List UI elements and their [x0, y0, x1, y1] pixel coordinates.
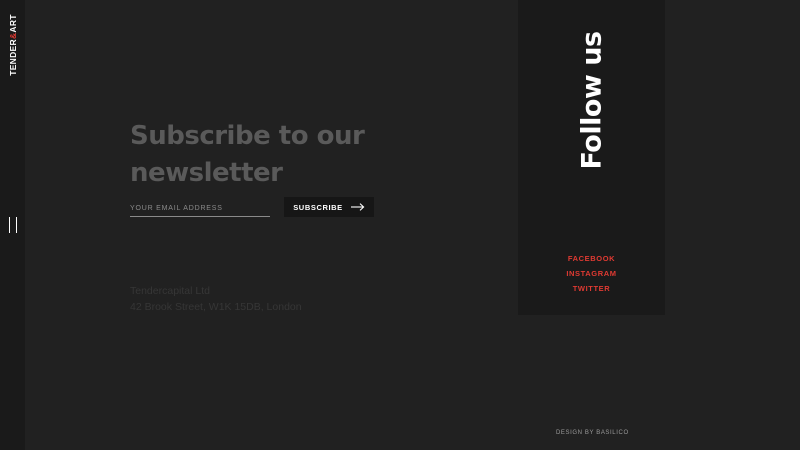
instagram-link[interactable]: INSTAGRAM — [566, 266, 616, 281]
menu-icon[interactable] — [9, 217, 17, 233]
logo-word-art: ART — [8, 14, 19, 33]
logo-text: TENDER&ART — [8, 14, 18, 76]
menu-icon-bar — [9, 217, 10, 233]
brand-logo[interactable]: TENDER&ART — [7, 14, 19, 76]
twitter-link[interactable]: TWITTER — [573, 281, 611, 296]
social-links: FACEBOOK INSTAGRAM TWITTER — [518, 251, 665, 296]
company-name: Tendercapital Ltd — [130, 285, 210, 297]
sidebar: TENDER&ART — [0, 0, 25, 450]
email-field[interactable] — [130, 200, 270, 217]
facebook-link[interactable]: FACEBOOK — [568, 251, 615, 266]
design-credit-link[interactable]: DESIGN BY BASILICO — [556, 430, 629, 436]
follow-title: Follow us — [576, 30, 608, 170]
arrow-right-icon — [350, 203, 365, 211]
follow-title-wrap: Follow us — [570, 31, 614, 169]
logo-ampersand: & — [8, 32, 19, 40]
subscribe-button[interactable]: SUBSCRIBE — [284, 197, 374, 217]
menu-icon-bar — [16, 217, 17, 233]
logo-word-tender: TENDER — [8, 39, 19, 76]
company-address: 42 Brook Street, W1K 15DB, London — [130, 301, 302, 313]
company-info: Tendercapital Ltd 42 Brook Street, W1K 1… — [130, 283, 302, 315]
newsletter-headline: Subscribe to our newsletter — [130, 121, 365, 188]
subscribe-button-label: SUBSCRIBE — [293, 202, 343, 212]
follow-panel: Follow us FACEBOOK INSTAGRAM TWITTER — [518, 0, 665, 315]
